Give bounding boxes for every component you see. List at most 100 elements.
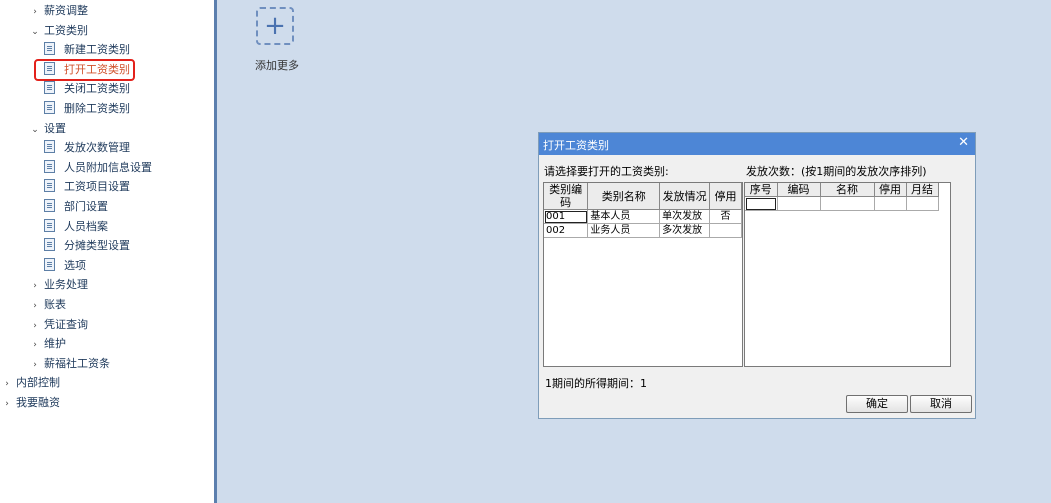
chevron-right-icon[interactable]: › — [30, 277, 40, 295]
table-row[interactable]: 002 业务人员 多次发放 — [544, 223, 742, 238]
sidebar-item-label: 设置 — [44, 121, 66, 135]
sidebar-item-label: 删除工资类别 — [64, 102, 130, 115]
document-icon — [44, 140, 55, 154]
open-wage-category-dialog: 打开工资类别 ✕ 请选择要打开的工资类别: 发放次数：(按1期间的发放次序排列)… — [538, 132, 976, 419]
cancel-button[interactable]: 取消 — [910, 395, 972, 413]
sidebar-item-label: 发放次数管理 — [64, 141, 130, 155]
table-cell[interactable] — [874, 196, 907, 211]
sidebar-item-label: 分摊类型设置 — [64, 239, 130, 253]
sidebar-tree: › 薪资调整 ⌄ 工资类别 新建工资类别 打开工资类别 关闭工资类别 删除工资类别 ⌄ 设置 发放次… — [0, 0, 217, 503]
table-row[interactable]: 001 基本人员 单次发放否 — [544, 209, 742, 224]
table-cell[interactable] — [906, 196, 939, 211]
sidebar-item-0[interactable]: › 薪资调整 — [30, 2, 88, 20]
sidebar-item-4[interactable]: 关闭工资类别 — [44, 80, 130, 98]
sidebar-item-label: 账表 — [44, 298, 66, 311]
document-icon — [44, 159, 55, 173]
chevron-right-icon[interactable]: › — [2, 375, 12, 393]
table-cell[interactable]: 业务人员 — [587, 223, 661, 238]
sidebar-item-14[interactable]: › 业务处理 — [30, 276, 88, 294]
document-icon — [44, 42, 55, 56]
sidebar-item-12[interactable]: 分摊类型设置 — [44, 237, 130, 255]
sidebar-item-label: 内部控制 — [16, 376, 60, 390]
sidebar-item-label: 工资类别 — [44, 23, 88, 37]
add-more-label: 添加更多 — [255, 59, 299, 72]
chevron-right-icon[interactable]: › — [30, 356, 40, 374]
column-header[interactable]: 序号 — [745, 183, 778, 197]
table-cell[interactable]: 多次发放 — [659, 223, 711, 238]
chevron-right-icon[interactable]: › — [2, 395, 12, 413]
period-info: 1期间的所得期间：1 — [545, 377, 647, 390]
sidebar-item-label: 凭证查询 — [44, 317, 88, 331]
column-header[interactable]: 类别名称 — [587, 183, 661, 210]
ok-button[interactable]: 确定 — [846, 395, 908, 413]
sidebar-item-8[interactable]: 人员附加信息设置 — [44, 159, 152, 177]
sidebar-item-label: 新建工资类别 — [64, 43, 130, 57]
sidebar-item-10[interactable]: 部门设置 — [44, 198, 108, 216]
sidebar-item-11[interactable]: 人员档案 — [44, 218, 108, 236]
sidebar-item-label: 薪资调整 — [44, 4, 88, 17]
sidebar-item-19[interactable]: › 内部控制 — [2, 374, 60, 392]
table-cell[interactable] — [777, 196, 821, 211]
sidebar-item-16[interactable]: › 凭证查询 — [30, 316, 88, 334]
document-icon — [44, 257, 55, 271]
column-header[interactable]: 类别编码 — [544, 183, 589, 210]
chevron-right-icon[interactable]: › — [30, 336, 40, 354]
dialog-title: 打开工资类别 — [543, 139, 609, 152]
plus-icon: + — [264, 11, 286, 41]
chevron-down-icon[interactable]: ⌄ — [30, 121, 40, 139]
sidebar-item-1[interactable]: ⌄ 工资类别 — [30, 22, 88, 40]
sidebar-item-label: 关闭工资类别 — [64, 82, 130, 96]
table-cell[interactable]: 002 — [544, 223, 589, 238]
table-cell[interactable]: 单次发放 — [659, 209, 711, 224]
column-header[interactable]: 停用 — [874, 183, 907, 197]
sidebar-item-5[interactable]: 删除工资类别 — [44, 100, 130, 118]
document-icon — [44, 81, 55, 95]
sidebar-item-17[interactable]: › 维护 — [30, 335, 66, 353]
column-header[interactable]: 发放情况 — [659, 183, 711, 210]
wage-category-grid[interactable]: 类别编码 类别名称 发放情况 停用 001 基本人员 单次发放否 002 业务人员 多次发放 — [543, 182, 743, 367]
sidebar-item-2[interactable]: 新建工资类别 — [44, 41, 130, 59]
sidebar-item-label: 工资项目设置 — [64, 180, 130, 194]
sidebar-item-label: 选项 — [64, 258, 86, 272]
document-icon — [44, 179, 55, 193]
sidebar-item-9[interactable]: 工资项目设置 — [44, 178, 130, 196]
sidebar-item-15[interactable]: › 账表 — [30, 296, 66, 314]
table-cell[interactable]: 001 — [544, 209, 589, 224]
close-icon[interactable]: ✕ — [958, 135, 969, 150]
table-cell[interactable] — [709, 223, 742, 238]
column-header[interactable]: 名称 — [820, 183, 875, 197]
add-more-button[interactable]: + — [256, 7, 294, 45]
chevron-right-icon[interactable]: › — [30, 317, 40, 335]
column-header[interactable]: 编码 — [777, 183, 821, 197]
sidebar-item-label: 部门设置 — [64, 200, 108, 213]
table-cell[interactable]: 否 — [709, 209, 742, 224]
table-cell[interactable]: 基本人员 — [587, 209, 661, 224]
chevron-down-icon[interactable]: ⌄ — [30, 23, 40, 41]
sidebar-item-label: 我要融资 — [16, 396, 60, 409]
left-table-label: 请选择要打开的工资类别: — [544, 165, 669, 178]
right-table-label: 发放次数：(按1期间的发放次序排列) — [746, 165, 927, 178]
sidebar-item-label: 人员档案 — [64, 219, 108, 233]
document-icon — [44, 238, 55, 252]
sidebar-item-6[interactable]: ⌄ 设置 — [30, 120, 66, 138]
document-icon — [44, 218, 55, 232]
sidebar-item-20[interactable]: › 我要融资 — [2, 394, 60, 412]
column-header[interactable]: 停用 — [709, 183, 742, 210]
sidebar-item-18[interactable]: › 薪福社工资条 — [30, 355, 110, 373]
highlight-box — [34, 59, 135, 81]
sidebar-item-7[interactable]: 发放次数管理 — [44, 139, 130, 157]
issue-times-grid[interactable]: 序号 编码 名称 停用 月结 — [744, 182, 951, 367]
dialog-titlebar[interactable]: 打开工资类别 ✕ — [539, 133, 975, 155]
table-row[interactable] — [745, 196, 939, 211]
sidebar-item-label: 维护 — [44, 337, 66, 351]
table-cell[interactable] — [820, 196, 875, 211]
document-icon — [44, 101, 55, 114]
column-header[interactable]: 月结 — [906, 183, 939, 197]
document-icon — [44, 199, 55, 212]
sidebar-item-13[interactable]: 选项 — [44, 257, 86, 275]
sidebar-item-label: 人员附加信息设置 — [64, 160, 152, 174]
chevron-right-icon[interactable]: › — [30, 297, 40, 315]
chevron-right-icon[interactable]: › — [30, 3, 40, 21]
sidebar-item-label: 业务处理 — [44, 278, 88, 292]
table-cell[interactable] — [745, 196, 778, 211]
